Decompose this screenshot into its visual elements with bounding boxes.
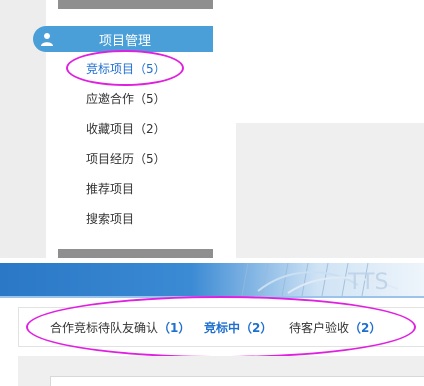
sidebar-item-label: 竞标项目 (86, 62, 135, 76)
content-panel (50, 376, 424, 386)
banner-art-text: TTS (347, 270, 388, 295)
banner-bottom-line (0, 296, 424, 298)
tab-pending-teammate-confirmation[interactable]: 合作竞标待队友确认（1） (50, 319, 190, 336)
sidebar-top-bar (58, 0, 213, 9)
right-grey-area (236, 123, 424, 258)
tab-label: 合作竞标待队友确认 (50, 321, 159, 335)
tab-pending-client-acceptance[interactable]: 待客户验收（2） (289, 319, 381, 336)
sidebar-item-search-projects[interactable]: 搜索项目 (86, 210, 134, 227)
user-icon (41, 33, 53, 46)
tab-label: 待客户验收 (289, 321, 350, 335)
sidebar-item-label: 收藏项目 (86, 122, 135, 136)
sidebar-item-count: （2） (134, 122, 166, 136)
sidebar-bottom-bar (58, 249, 213, 258)
sidebar-item-label: 应邀合作 (86, 92, 135, 106)
banner-decoration: TTS (241, 263, 399, 296)
sidebar-item-favorite-projects[interactable]: 收藏项目（2） (86, 120, 166, 137)
tab-count: （1） (158, 321, 191, 335)
tab-bidding[interactable]: 竞标中（2） (204, 319, 272, 336)
tab-count: （2） (349, 321, 382, 335)
sidebar-item-recommended-projects[interactable]: 推荐项目 (86, 180, 134, 197)
section-header-project-management[interactable]: 项目管理 (33, 26, 213, 52)
sidebar-item-invited-cooperation[interactable]: 应邀合作（5） (86, 90, 166, 107)
sidebar-item-label: 推荐项目 (86, 182, 135, 196)
sidebar-item-count: （5） (134, 152, 166, 166)
sidebar-item-label: 搜索项目 (86, 212, 135, 226)
section-title: 项目管理 (99, 34, 152, 49)
sidebar-item-count: （5） (134, 92, 166, 106)
sidebar-item-bidding-projects[interactable]: 竞标项目（5） (86, 60, 166, 77)
sidebar-item-project-experience[interactable]: 项目经历（5） (86, 150, 166, 167)
tab-label: 竞标中 (204, 321, 241, 335)
sidebar-item-label: 项目经历 (86, 152, 135, 166)
tab-count: （2） (240, 321, 273, 335)
sidebar-item-count: （5） (134, 62, 166, 76)
